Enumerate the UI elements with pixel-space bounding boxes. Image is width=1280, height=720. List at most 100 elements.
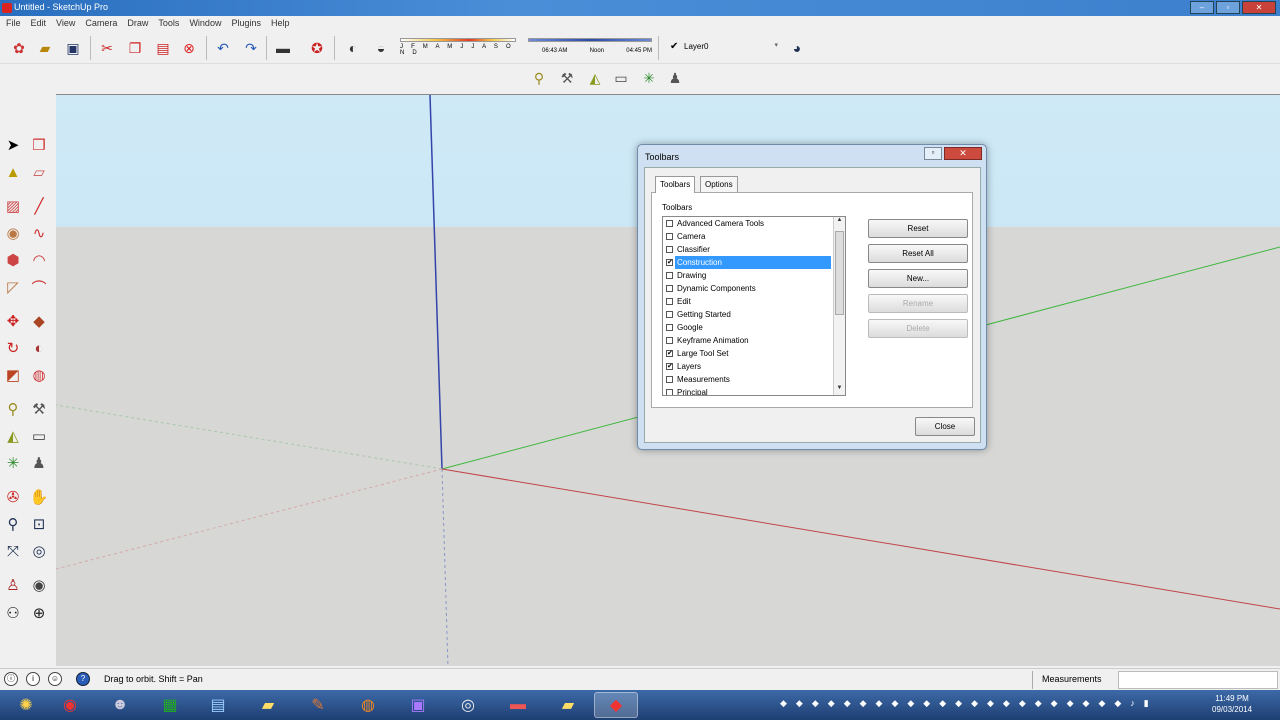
- list-item[interactable]: Getting Started: [663, 308, 845, 321]
- menu-plugins[interactable]: Plugins: [227, 16, 267, 31]
- help-icon[interactable]: ?: [76, 672, 90, 686]
- speaker-icon[interactable]: ♪: [1130, 698, 1135, 709]
- tray-icon[interactable]: ◆: [971, 698, 978, 709]
- list-item[interactable]: Classifier: [663, 243, 845, 256]
- checkbox[interactable]: [666, 311, 673, 318]
- list-item[interactable]: Dynamic Components: [663, 282, 845, 295]
- zoom-icon[interactable]: ⚲: [2, 513, 24, 535]
- tray-icon[interactable]: ◆: [860, 698, 867, 709]
- checkbox-checked[interactable]: ✔: [666, 350, 673, 357]
- tray-icon[interactable]: ◆: [1019, 698, 1026, 709]
- tab-toolbars[interactable]: Toolbars: [655, 176, 696, 193]
- tray-icon[interactable]: ◆: [987, 698, 994, 709]
- tape-measure-icon[interactable]: ⚲: [528, 67, 550, 89]
- arc-icon[interactable]: ◠: [28, 249, 50, 271]
- scroll-down-arrow-icon[interactable]: ▼: [834, 385, 845, 395]
- copy-icon[interactable]: ❐: [124, 37, 146, 59]
- menu-edit[interactable]: Edit: [27, 16, 53, 31]
- print-icon[interactable]: ▬: [272, 37, 294, 59]
- tray-icon[interactable]: ◆: [796, 698, 803, 709]
- line-pencil-icon[interactable]: ╱: [28, 195, 50, 217]
- walk-icon[interactable]: ⚇: [2, 602, 24, 624]
- previous-view-icon[interactable]: ◎: [28, 540, 50, 562]
- network-icon[interactable]: ▮: [1144, 698, 1149, 709]
- sketchup-taskbar-icon[interactable]: ◆: [594, 692, 638, 718]
- list-item[interactable]: ✔ Large Tool Set: [663, 347, 845, 360]
- menu-help[interactable]: Help: [267, 16, 296, 31]
- tray-icon[interactable]: ◆: [923, 698, 930, 709]
- save-icon[interactable]: ▣: [62, 37, 84, 59]
- dimension-tool-icon[interactable]: ⚒: [28, 398, 50, 420]
- move-icon[interactable]: ✥: [2, 310, 24, 332]
- checkbox[interactable]: [666, 337, 673, 344]
- tray-icon[interactable]: ◆: [1083, 698, 1090, 709]
- scroll-up-arrow-icon[interactable]: ▲: [834, 217, 845, 227]
- protractor-tool-icon[interactable]: ◭: [2, 425, 24, 447]
- dialog-close-button[interactable]: Close: [915, 417, 975, 436]
- erase-icon[interactable]: ⊗: [178, 37, 200, 59]
- rotate-icon[interactable]: ↻: [2, 337, 24, 359]
- checkbox[interactable]: [666, 285, 673, 292]
- shadow-time-slider[interactable]: 06:43 AM Noon 04:45 PM: [528, 38, 652, 56]
- tray-icon[interactable]: ◆: [1035, 698, 1042, 709]
- layer-manager-icon[interactable]: ◕: [786, 37, 808, 59]
- clock[interactable]: 11:49 PM 09/03/2014: [1212, 693, 1252, 715]
- delete-button[interactable]: Delete: [868, 319, 968, 338]
- look-around-icon[interactable]: ◉: [28, 574, 50, 596]
- tray-icon[interactable]: ◆: [891, 698, 898, 709]
- list-item[interactable]: Principal: [663, 386, 845, 395]
- zoom-extents-icon[interactable]: ⤧: [2, 540, 24, 562]
- tray-icon[interactable]: ◆: [1051, 698, 1058, 709]
- recorder-app-icon[interactable]: ▬: [496, 692, 540, 718]
- push-pull-icon[interactable]: ◆: [28, 310, 50, 332]
- paste-icon[interactable]: ▤: [152, 37, 174, 59]
- paint-app-icon[interactable]: ✎: [296, 692, 340, 718]
- tray-icon[interactable]: ◆: [812, 698, 819, 709]
- measurements-input[interactable]: [1118, 671, 1278, 689]
- tray-icon[interactable]: ◆: [1098, 698, 1105, 709]
- list-item[interactable]: Measurements: [663, 373, 845, 386]
- close-window-button[interactable]: ✕: [1242, 1, 1276, 14]
- start-button-icon[interactable]: ✺: [4, 692, 48, 718]
- select-arrow-icon[interactable]: ➤: [2, 134, 24, 156]
- menu-file[interactable]: File: [2, 16, 27, 31]
- eraser-icon[interactable]: ▱: [28, 161, 50, 183]
- zoom-window-icon[interactable]: ⊡: [28, 513, 50, 535]
- position-camera-icon[interactable]: ♙: [2, 574, 24, 596]
- media-app-icon[interactable]: ▣: [396, 692, 440, 718]
- axes-icon[interactable]: ✳: [2, 452, 24, 474]
- checkbox[interactable]: [666, 233, 673, 240]
- menu-window[interactable]: Window: [185, 16, 227, 31]
- list-item[interactable]: Google: [663, 321, 845, 334]
- new-file-icon[interactable]: ✿: [8, 37, 30, 59]
- chrome-icon[interactable]: ◉: [48, 692, 92, 718]
- tray-icon[interactable]: ◆: [780, 698, 787, 709]
- paint-bucket-icon[interactable]: ▲: [2, 161, 24, 183]
- list-item[interactable]: Edit: [663, 295, 845, 308]
- offset-icon[interactable]: ◍: [28, 364, 50, 386]
- undo-icon[interactable]: ↶: [212, 37, 234, 59]
- two-point-arc-icon[interactable]: ⌒: [28, 276, 50, 298]
- reset-all-button[interactable]: Reset All: [868, 244, 968, 263]
- open-folder-icon[interactable]: ▰: [34, 37, 56, 59]
- tray-icon[interactable]: ◆: [907, 698, 914, 709]
- tray-icon[interactable]: ◆: [876, 698, 883, 709]
- 3d-text-icon[interactable]: ♟: [664, 67, 686, 89]
- checkbox-checked[interactable]: ✔: [666, 363, 673, 370]
- list-item[interactable]: Advanced Camera Tools: [663, 217, 845, 230]
- list-item-selected[interactable]: ✔ Construction: [663, 256, 845, 269]
- checkbox[interactable]: [666, 220, 673, 227]
- display-shadows-icon[interactable]: ◒: [370, 37, 392, 59]
- checkbox[interactable]: [666, 298, 673, 305]
- cut-icon[interactable]: ✂: [96, 37, 118, 59]
- list-item[interactable]: Keyframe Animation: [663, 334, 845, 347]
- text-label-icon[interactable]: ▭: [28, 425, 50, 447]
- shadow-month-slider[interactable]: J F M A M J J A S O N D: [400, 38, 516, 56]
- file-explorer-icon[interactable]: ▤: [196, 692, 240, 718]
- tray-icon[interactable]: ◆: [955, 698, 962, 709]
- tray-icon[interactable]: ◆: [1067, 698, 1074, 709]
- maximize-button[interactable]: ▫: [1216, 1, 1240, 14]
- tray-icon[interactable]: ◆: [844, 698, 851, 709]
- system-app-icon[interactable]: ◎: [446, 692, 490, 718]
- scroll-thumb[interactable]: [835, 231, 844, 315]
